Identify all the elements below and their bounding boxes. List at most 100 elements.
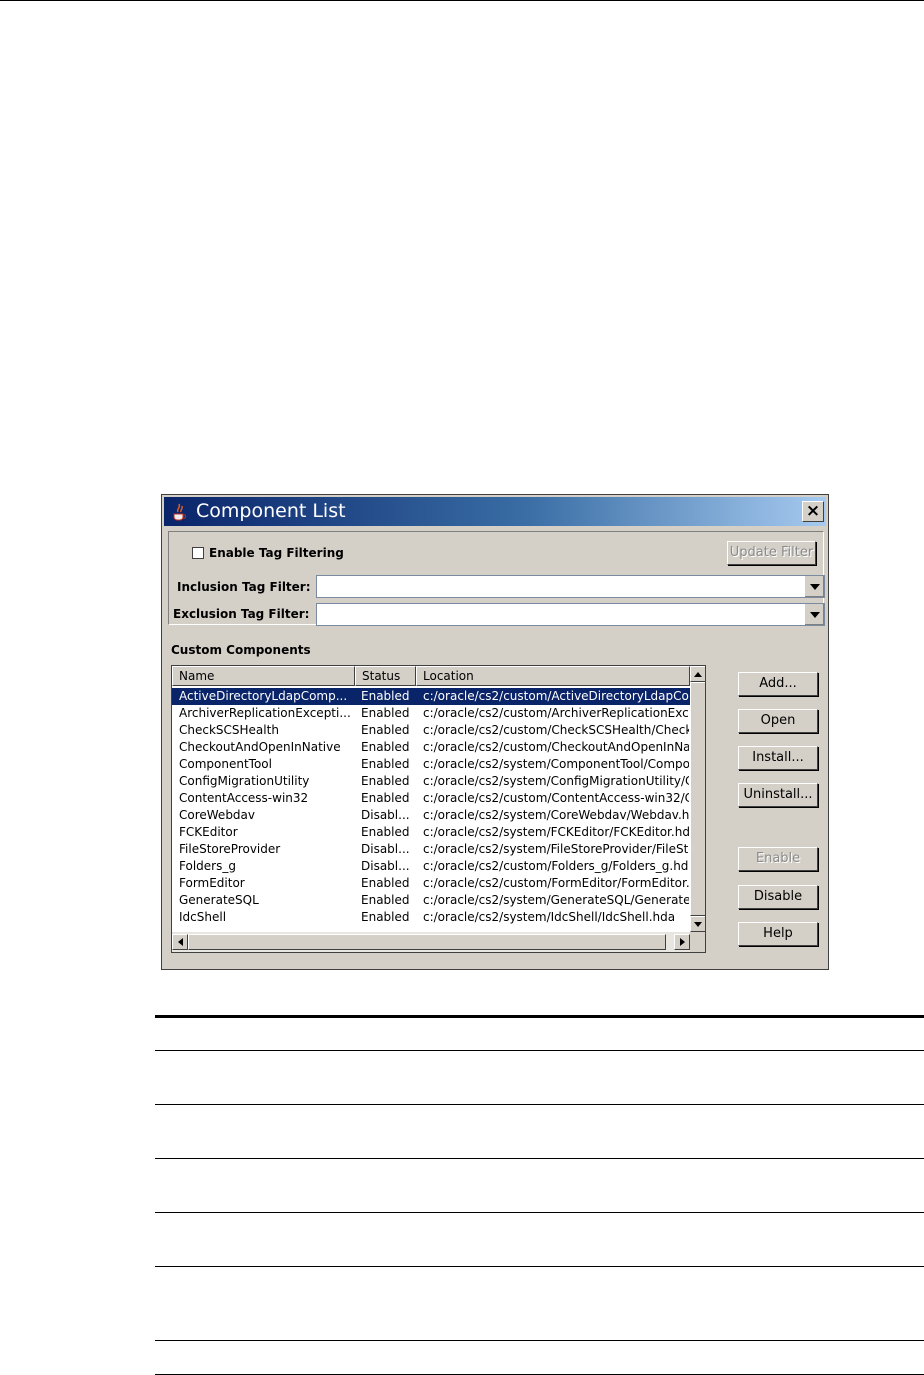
- component-status-cell: Enabled: [361, 774, 410, 788]
- custom-components-label: Custom Components: [171, 643, 311, 657]
- component-name-cell: Folders_g: [179, 859, 236, 873]
- enable-button[interactable]: Enable: [738, 847, 818, 871]
- column-header-name[interactable]: Name: [172, 666, 355, 686]
- table-row[interactable]: ConfigMigrationUtility Enabled c:/oracle/c…: [172, 773, 690, 790]
- table-row[interactable]: GenerateSQL Enabled c:/oracle/cs2/system/G…: [172, 892, 690, 909]
- component-status-cell: Enabled: [361, 791, 410, 805]
- chevron-down-icon[interactable]: [804, 604, 824, 625]
- update-filter-button[interactable]: Update Filter: [727, 541, 816, 565]
- component-location-cell: c:/oracle/cs2/custom/CheckoutAndOpenInNa…: [423, 740, 689, 754]
- table-row[interactable]: FCKEditor Enabled c:/oracle/cs2/system/FCK…: [172, 824, 690, 841]
- doc-table-row-rule: [155, 1266, 924, 1267]
- component-location-cell: c:/oracle/cs2/custom/FormEditor/FormEdit…: [423, 876, 689, 890]
- table-header: Name Status Location: [172, 666, 690, 686]
- component-location-cell: c:/oracle/cs2/system/CoreWebdav/Webdav.h…: [423, 808, 689, 822]
- component-status-cell: Disabl...: [361, 808, 410, 822]
- disable-button[interactable]: Disable: [738, 885, 818, 909]
- table-row[interactable]: ContentAccess-win32 Enabled c:/oracle/cs2/…: [172, 790, 690, 807]
- scroll-left-icon[interactable]: [172, 934, 188, 950]
- component-status-cell: Enabled: [361, 910, 410, 924]
- scrollbar-corner: [690, 932, 705, 952]
- table-row[interactable]: ActiveDirectoryLdapComp... Enabled c:/orac…: [172, 688, 690, 705]
- doc-table-row-rule: [155, 1050, 924, 1051]
- table-row[interactable]: CheckoutAndOpenInNative Enabled c:/oracle/…: [172, 739, 690, 756]
- component-status-cell: Enabled: [361, 740, 410, 754]
- component-list-dialog: Component List × Enable Tag Filtering Up…: [161, 494, 829, 970]
- component-name-cell: CoreWebdav: [179, 808, 256, 822]
- vertical-scrollbar[interactable]: [690, 666, 705, 932]
- table-row[interactable]: IdcShell Enabled c:/oracle/cs2/system/IdcS…: [172, 909, 690, 926]
- component-location-cell: c:/oracle/cs2/system/FileStoreProvider/F…: [423, 842, 689, 856]
- component-status-cell: Enabled: [361, 893, 410, 907]
- component-location-cell: c:/oracle/cs2/custom/ActiveDirectoryLdap…: [423, 689, 689, 703]
- table-row[interactable]: CoreWebdav Disabl... c:/oracle/cs2/system/…: [172, 807, 690, 824]
- install-button[interactable]: Install...: [738, 746, 818, 770]
- title-bar[interactable]: Component List ×: [164, 497, 826, 526]
- inclusion-tag-filter-combo[interactable]: [316, 575, 825, 598]
- component-name-cell: FileStoreProvider: [179, 842, 281, 856]
- page-header-rule: [0, 0, 924, 1]
- table-row[interactable]: CheckSCSHealth Enabled c:/oracle/cs2/custo…: [172, 722, 690, 739]
- vertical-scroll-thumb[interactable]: [690, 682, 705, 916]
- component-location-cell: c:/oracle/cs2/custom/ArchiverReplication…: [423, 706, 689, 720]
- table-row[interactable]: ComponentTool Enabled c:/oracle/cs2/system…: [172, 756, 690, 773]
- component-status-cell: Disabl...: [361, 842, 410, 856]
- custom-components-table[interactable]: Name Status Location ActiveDirectoryLdap…: [171, 665, 706, 953]
- component-name-cell: ComponentTool: [179, 757, 272, 771]
- help-button[interactable]: Help: [738, 922, 818, 946]
- component-status-cell: Enabled: [361, 706, 410, 720]
- checkbox-icon[interactable]: [192, 547, 204, 559]
- doc-table-row-rule: [155, 1212, 924, 1213]
- chevron-down-icon[interactable]: [804, 576, 824, 597]
- component-status-cell: Enabled: [361, 723, 410, 737]
- component-name-cell: ActiveDirectoryLdapComp...: [179, 689, 348, 703]
- component-name-cell: CheckSCSHealth: [179, 723, 279, 737]
- component-name-cell: FCKEditor: [179, 825, 238, 839]
- scroll-right-icon[interactable]: [674, 934, 690, 950]
- doc-table-row-rule: [155, 1340, 924, 1341]
- component-location-cell: c:/oracle/cs2/custom/CheckSCSHealth/Chec…: [423, 723, 689, 737]
- component-status-cell: Enabled: [361, 825, 410, 839]
- table-row[interactable]: Folders_g Disabl... c:/oracle/cs2/custom/F…: [172, 858, 690, 875]
- component-location-cell: c:/oracle/cs2/custom/ContentAccess-win32…: [423, 791, 689, 805]
- component-name-cell: CheckoutAndOpenInNative: [179, 740, 341, 754]
- component-status-cell: Enabled: [361, 876, 410, 890]
- component-name-cell: IdcShell: [179, 910, 227, 924]
- exclusion-tag-filter-label: Exclusion Tag Filter:: [173, 607, 310, 621]
- scroll-down-icon[interactable]: [690, 916, 705, 932]
- component-name-cell: FormEditor: [179, 876, 245, 890]
- uninstall-button[interactable]: Uninstall...: [738, 783, 818, 807]
- close-button[interactable]: ×: [802, 501, 824, 522]
- horizontal-scroll-thumb[interactable]: [188, 934, 666, 950]
- column-header-status[interactable]: Status: [355, 666, 416, 686]
- doc-table-row-rule: [155, 1158, 924, 1159]
- table-row[interactable]: ArchiverReplicationExcepti... Enabled c:/o…: [172, 705, 690, 722]
- doc-table-row-rule: [155, 1104, 924, 1105]
- scroll-up-icon[interactable]: [690, 666, 705, 682]
- table-row[interactable]: FileStoreProvider Disabl... c:/oracle/cs2/…: [172, 841, 690, 858]
- component-location-cell: c:/oracle/cs2/system/GenerateSQL/Generat…: [423, 893, 689, 907]
- dialog-title: Component List: [196, 500, 346, 522]
- component-name-cell: ArchiverReplicationExcepti...: [179, 706, 351, 720]
- component-status-cell: Disabl...: [361, 859, 410, 873]
- add-button[interactable]: Add...: [738, 672, 818, 696]
- java-cup-icon: [173, 503, 187, 521]
- component-location-cell: c:/oracle/cs2/system/ComponentTool/Compo…: [423, 757, 689, 771]
- component-name-cell: GenerateSQL: [179, 893, 259, 907]
- horizontal-scrollbar[interactable]: [172, 932, 690, 952]
- table-row[interactable]: FormEditor Enabled c:/oracle/cs2/custom/Fo…: [172, 875, 690, 892]
- open-button[interactable]: Open: [738, 709, 818, 733]
- inclusion-tag-filter-label: Inclusion Tag Filter:: [177, 580, 311, 594]
- component-name-cell: ContentAccess-win32: [179, 791, 309, 805]
- component-location-cell: c:/oracle/cs2/system/ConfigMigrationUtil…: [423, 774, 689, 788]
- enable-tag-filtering-label[interactable]: Enable Tag Filtering: [209, 546, 344, 560]
- component-status-cell: Enabled: [361, 757, 410, 771]
- exclusion-tag-filter-combo[interactable]: [316, 603, 825, 626]
- component-location-cell: c:/oracle/cs2/system/IdcShell/IdcShell.h…: [423, 910, 676, 924]
- component-location-cell: c:/oracle/cs2/custom/Folders_g/Folders_g…: [423, 859, 689, 873]
- component-location-cell: c:/oracle/cs2/system/FCKEditor/FCKEditor…: [423, 825, 689, 839]
- column-header-location[interactable]: Location: [416, 666, 690, 686]
- component-status-cell: Enabled: [361, 689, 410, 703]
- close-icon: ×: [805, 501, 821, 521]
- doc-table-top-rule: [155, 1015, 924, 1018]
